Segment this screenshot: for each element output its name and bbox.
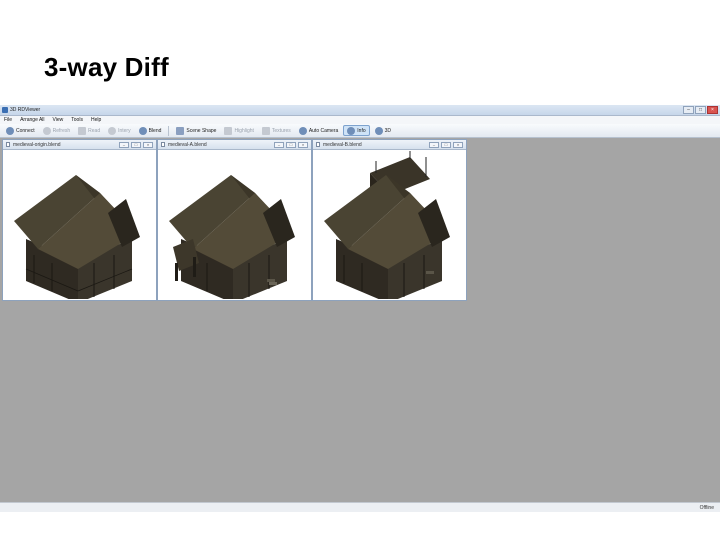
history-label: Intery	[118, 127, 131, 134]
viewer-minimize-button[interactable]: –	[119, 142, 129, 148]
connect-icon	[6, 126, 14, 135]
highlight-icon	[224, 126, 233, 135]
auto-camera-icon	[298, 126, 307, 135]
blend-button[interactable]: Blend	[136, 125, 165, 136]
document-icon	[6, 142, 10, 147]
mdi-workspace: medieval-origin.blend – □ × medieval-A.b…	[0, 139, 720, 512]
viewer-titlebar: medieval-origin.blend – □ ×	[3, 140, 156, 150]
refresh-button[interactable]: Refresh	[40, 125, 74, 136]
read-icon	[78, 126, 87, 135]
viewer-title: medieval-B.blend	[323, 142, 362, 148]
document-icon	[161, 142, 165, 147]
slide-title: 3-way Diff	[44, 52, 169, 82]
auto-camera-label: Auto Camera	[308, 127, 339, 134]
viewer-maximize-button[interactable]: □	[441, 142, 451, 148]
window-controls: – □ ×	[683, 106, 718, 114]
viewer-maximize-button[interactable]: □	[286, 142, 296, 148]
house-model-a	[169, 175, 295, 299]
info-button[interactable]: Info	[343, 125, 370, 136]
viewer-close-button[interactable]: ×	[453, 142, 463, 148]
info-label: Info	[357, 127, 366, 134]
viewer-window-a[interactable]: medieval-A.blend – □ ×	[157, 139, 312, 301]
viewer-window-origin[interactable]: medieval-origin.blend – □ ×	[2, 139, 157, 301]
blend-label: Blend	[148, 127, 162, 134]
viewer-titlebar: medieval-A.blend – □ ×	[158, 140, 311, 150]
highlight-button[interactable]: Highlight	[221, 125, 256, 136]
menu-tools[interactable]: Tools	[71, 116, 83, 124]
auto-camera-button[interactable]: Auto Camera	[296, 125, 341, 136]
textures-button[interactable]: Textures	[259, 125, 294, 136]
menu-arrange-all[interactable]: Arrange All	[20, 116, 44, 124]
minimize-button[interactable]: –	[683, 106, 694, 114]
viewer-minimize-button[interactable]: –	[429, 142, 439, 148]
toolbar-separator	[168, 125, 170, 136]
history-button[interactable]: Intery	[105, 125, 134, 136]
refresh-label: Refresh	[52, 127, 71, 134]
connect-label: Connect	[16, 127, 35, 134]
textures-label: Textures	[271, 127, 291, 134]
scene-shape-label: Scene Shape	[186, 127, 217, 134]
viewer-controls: – □ ×	[119, 142, 153, 148]
close-button[interactable]: ×	[707, 106, 718, 114]
viewer-maximize-button[interactable]: □	[131, 142, 141, 148]
blend-icon	[138, 126, 147, 135]
viewer-close-button[interactable]: ×	[298, 142, 308, 148]
house-model-origin	[14, 175, 140, 299]
status-text: Offline	[699, 505, 714, 511]
textures-icon	[261, 126, 270, 135]
viewer-titlebar: medieval-B.blend – □ ×	[313, 140, 466, 150]
maximize-button[interactable]: □	[695, 106, 706, 114]
app-window: 3D RDViewer – □ × File Arrange All View …	[0, 105, 720, 512]
toolbar: Connect Refresh Read Intery Blend Scene …	[0, 124, 720, 138]
viewer-controls: – □ ×	[274, 142, 308, 148]
info-icon	[347, 126, 356, 135]
menu-help[interactable]: Help	[91, 116, 101, 124]
history-icon	[108, 126, 117, 135]
viewer-title: medieval-A.blend	[168, 142, 207, 148]
house-model-b	[324, 151, 450, 299]
app-icon	[2, 107, 8, 113]
highlight-label: Highlight	[234, 127, 254, 134]
connect-button[interactable]: Connect	[3, 125, 38, 136]
viewer-minimize-button[interactable]: –	[274, 142, 284, 148]
menu-file[interactable]: File	[4, 116, 12, 124]
window-titlebar: 3D RDViewer – □ ×	[0, 105, 720, 116]
3d-viewport[interactable]	[159, 151, 310, 299]
viewer-window-b[interactable]: medieval-B.blend – □ ×	[312, 139, 467, 301]
read-button[interactable]: Read	[75, 125, 103, 136]
document-icon	[316, 142, 320, 147]
window-title: 3D RDViewer	[10, 107, 41, 113]
viewer-controls: – □ ×	[429, 142, 463, 148]
scene-shape-icon	[176, 126, 185, 135]
viewer-close-button[interactable]: ×	[143, 142, 153, 148]
3d-viewport[interactable]	[314, 151, 465, 299]
menu-bar: File Arrange All View Tools Help	[0, 116, 720, 124]
scene-shape-button[interactable]: Scene Shape	[173, 125, 219, 136]
status-bar: Offline	[0, 502, 720, 512]
menu-view[interactable]: View	[53, 116, 64, 124]
3d-button[interactable]: 3D	[372, 125, 394, 136]
refresh-icon	[42, 126, 51, 135]
3d-icon	[374, 126, 383, 135]
viewer-title: medieval-origin.blend	[13, 142, 61, 148]
3d-label: 3D	[384, 127, 392, 134]
read-label: Read	[88, 127, 101, 134]
3d-viewport[interactable]	[4, 151, 155, 299]
